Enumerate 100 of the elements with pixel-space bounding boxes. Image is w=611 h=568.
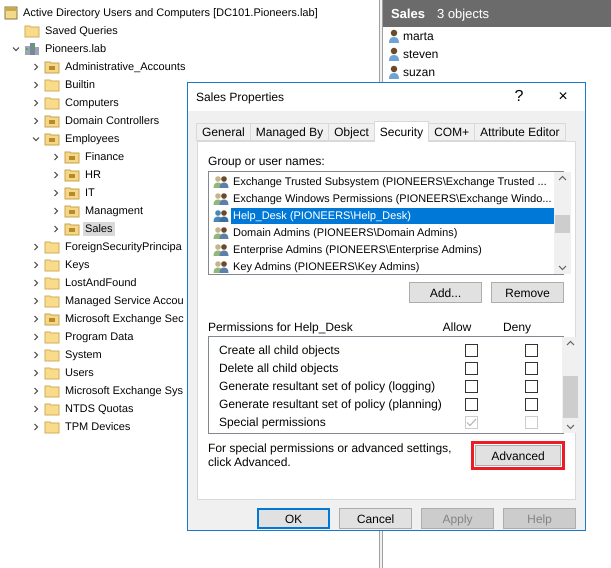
tab[interactable]: Object [328, 123, 375, 141]
tree-item[interactable]: Active Directory Users and Computers [DC101.Pioneers.lab] [21, 6, 320, 20]
list-button[interactable]: Add... [409, 282, 482, 303]
scrollbar-thumb[interactable] [562, 376, 578, 418]
tab[interactable]: General [196, 123, 251, 141]
dialog-button[interactable]: Cancel [339, 508, 412, 529]
user-icon [388, 64, 400, 80]
chevron-right-icon[interactable] [32, 63, 40, 71]
tab[interactable]: COM+ [428, 123, 476, 141]
chevron-right-icon[interactable] [52, 171, 60, 179]
tree-item[interactable]: Finance [83, 150, 126, 164]
chevron-right-icon[interactable] [32, 117, 40, 125]
tree-item[interactable]: System [63, 348, 104, 362]
user-item[interactable]: marta [403, 29, 434, 43]
checkbox[interactable] [525, 398, 538, 410]
group-item[interactable]: Domain Admins (PIONEERS\Domain Admins) [231, 224, 554, 240]
chevron-right-icon[interactable] [52, 225, 60, 233]
scroll-down-icon[interactable] [558, 265, 567, 271]
chevron-right-icon[interactable] [32, 261, 40, 269]
tree-item[interactable]: ForeignSecurityPrincipa [63, 240, 184, 254]
tree-item[interactable]: Microsoft Exchange Sec [63, 312, 186, 326]
advanced-button[interactable]: Advanced [475, 445, 561, 466]
user-icon [388, 46, 400, 62]
tree-item[interactable]: Users [63, 366, 96, 380]
tree-item[interactable]: HR [83, 168, 103, 182]
tree-item[interactable]: Domain Controllers [63, 114, 162, 128]
tree-item[interactable]: LostAndFound [63, 276, 139, 290]
tree-item[interactable]: Microsoft Exchange Sys [63, 384, 185, 398]
chevron-right-icon[interactable] [32, 387, 40, 395]
scrollbar-thumb[interactable] [554, 215, 570, 233]
group-item[interactable]: Help_Desk (PIONEERS\Help_Desk) [231, 208, 554, 224]
group-item[interactable]: Exchange Windows Permissions (PIONEERS\Exchange Windo... [231, 190, 554, 206]
chevron-right-icon[interactable] [32, 99, 40, 107]
checkbox[interactable] [525, 362, 538, 374]
tree-item[interactable]: Program Data [63, 330, 136, 344]
tree-item[interactable]: Employees [63, 132, 122, 146]
checkbox[interactable] [465, 362, 478, 374]
checkbox[interactable] [465, 344, 478, 356]
folder-icon [64, 150, 80, 164]
group-icon [213, 192, 229, 206]
tree-item[interactable]: NTDS Quotas [63, 402, 136, 416]
close-button[interactable]: × [541, 83, 585, 111]
tree-item[interactable]: TPM Devices [63, 420, 132, 434]
chevron-right-icon[interactable] [52, 207, 60, 215]
scrollbar[interactable] [562, 337, 579, 433]
tree-item[interactable]: IT [83, 186, 97, 200]
tree-item[interactable]: Administrative_Accounts [63, 60, 188, 74]
tree-item[interactable]: Keys [63, 258, 92, 272]
chevron-right-icon[interactable] [32, 333, 40, 341]
chevron-right-icon[interactable] [52, 153, 60, 161]
tree-item[interactable]: Sales [83, 222, 115, 236]
chevron-right-icon[interactable] [32, 81, 40, 89]
chevron-right-icon[interactable] [52, 189, 60, 197]
folder-icon [44, 402, 60, 416]
dialog-button[interactable]: OK [257, 508, 330, 529]
chevron-right-icon[interactable] [32, 315, 40, 323]
user-item[interactable]: steven [403, 47, 438, 61]
tab[interactable]: Managed By [250, 123, 330, 141]
checkbox[interactable] [465, 398, 478, 410]
chevron-right-icon[interactable] [32, 405, 40, 413]
scroll-up-icon[interactable] [558, 175, 567, 181]
folder-icon [44, 348, 60, 362]
scrollbar[interactable] [554, 172, 571, 274]
tree-item[interactable]: Managment [83, 204, 146, 218]
help-button[interactable]: ? [497, 83, 541, 111]
permissions-caption: Permissions for Help_Desk [208, 320, 354, 334]
chevron-right-icon[interactable] [32, 279, 40, 287]
group-item[interactable]: Exchange Trusted Subsystem (PIONEERS\Exchange Trusted ... [231, 174, 554, 190]
permission-name: Create all child objects [219, 343, 341, 357]
checkbox[interactable] [465, 380, 478, 392]
folder-icon [44, 96, 60, 110]
tree-item[interactable]: Saved Queries [43, 24, 120, 38]
scroll-down-icon[interactable] [566, 424, 575, 430]
scroll-up-icon[interactable] [566, 340, 575, 346]
group-item[interactable]: Key Admins (PIONEERS\Key Admins) [231, 258, 554, 274]
chevron-right-icon[interactable] [32, 369, 40, 377]
tree-item[interactable]: Builtin [63, 78, 97, 92]
chevron-right-icon[interactable] [32, 297, 40, 305]
group-item[interactable]: Enterprise Admins (PIONEERS\Enterprise Admins) [231, 242, 554, 258]
folder-icon [44, 114, 60, 128]
tab[interactable]: Attribute Editor [474, 123, 566, 141]
list-button[interactable]: Remove [491, 282, 564, 303]
chevron-down-icon[interactable] [32, 135, 40, 143]
tree-item[interactable]: Managed Service Accou [63, 294, 186, 308]
chevron-right-icon[interactable] [32, 243, 40, 251]
folder-icon [44, 240, 60, 254]
column-header: Allow [442, 320, 472, 334]
group-icon [213, 260, 229, 274]
folder-icon [44, 276, 60, 290]
tree-item[interactable]: Pioneers.lab [43, 42, 108, 56]
folder-icon [44, 366, 60, 380]
tab[interactable]: Security [374, 121, 430, 142]
user-item[interactable]: suzan [403, 65, 436, 79]
tree-item[interactable]: Computers [63, 96, 121, 110]
checkbox[interactable] [525, 344, 538, 356]
chevron-right-icon[interactable] [32, 351, 40, 359]
checkbox[interactable] [525, 380, 538, 392]
chevron-right-icon[interactable] [32, 423, 40, 431]
chevron-down-icon[interactable] [12, 45, 20, 53]
column-header: Deny [502, 320, 532, 334]
